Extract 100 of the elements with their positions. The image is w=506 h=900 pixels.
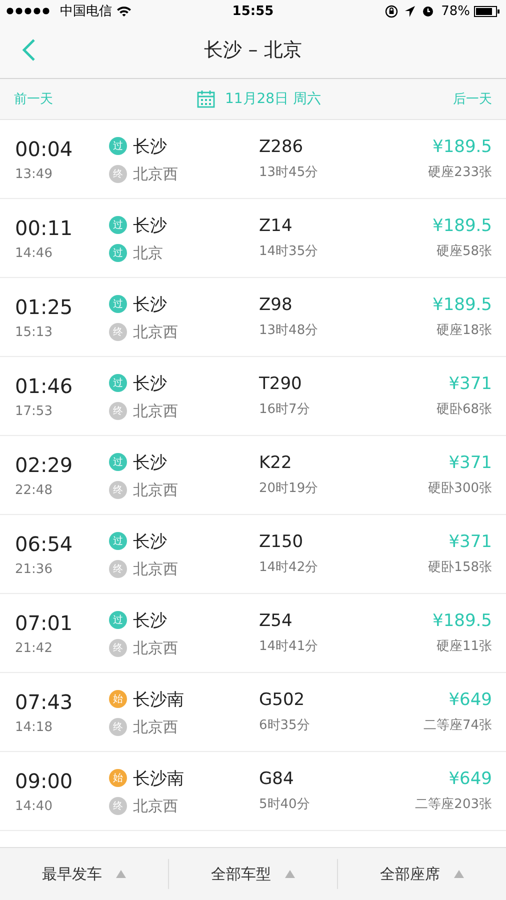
station-badge: 过 bbox=[109, 295, 127, 313]
arrival-time: 21:36 bbox=[15, 562, 54, 576]
ticket-price: ¥649 bbox=[448, 690, 492, 710]
station-badge: 过 bbox=[109, 374, 127, 392]
departure-time: 06:54 bbox=[15, 532, 74, 556]
train-number: Z286 bbox=[259, 137, 304, 157]
seat-availability: 硬卧68张 bbox=[436, 401, 492, 418]
caret-up-icon bbox=[116, 870, 126, 878]
station-badge: 过 bbox=[109, 137, 127, 155]
filter-button[interactable]: 全部座席 bbox=[338, 864, 506, 884]
alarm-clock-icon bbox=[422, 5, 434, 17]
ticket-price: ¥371 bbox=[448, 532, 492, 552]
arrival-time: 14:18 bbox=[15, 720, 54, 734]
train-row[interactable]: 00:11 14:46 过 长沙 过 北京 Z14 14时35分 ¥189.5 硬座58张 bbox=[0, 199, 506, 278]
page-title: 长沙 – 北京 bbox=[204, 38, 302, 63]
station-badge: 过 bbox=[109, 216, 127, 234]
travel-duration: 13时48分 bbox=[259, 322, 320, 339]
station-name: 北京西 bbox=[133, 560, 178, 578]
departure-time: 01:25 bbox=[15, 294, 74, 318]
station-name: 北京 bbox=[133, 244, 163, 262]
seat-availability: 硬卧300张 bbox=[428, 480, 492, 497]
train-number: Z98 bbox=[259, 295, 294, 315]
arrival-time: 17:53 bbox=[15, 404, 54, 418]
seat-availability: 二等座74张 bbox=[423, 717, 492, 734]
calendar-icon bbox=[196, 90, 215, 108]
station-badge: 过 bbox=[109, 611, 127, 629]
station-name: 北京西 bbox=[133, 638, 178, 658]
ticket-price: ¥371 bbox=[448, 374, 492, 394]
carrier-name: 中国电信 bbox=[60, 3, 112, 20]
ticket-price: ¥649 bbox=[448, 769, 492, 789]
station-name: 长沙 bbox=[133, 294, 167, 316]
station-badge: 过 bbox=[109, 453, 127, 471]
train-number: G84 bbox=[259, 769, 295, 789]
station-name: 北京西 bbox=[133, 796, 178, 816]
travel-duration: 20时19分 bbox=[259, 480, 320, 497]
station-name: 长沙南 bbox=[133, 768, 184, 790]
seat-availability: 硬卧158张 bbox=[428, 559, 492, 576]
arrival-time: 15:13 bbox=[15, 324, 54, 340]
departure-time: 07:43 bbox=[15, 690, 74, 714]
departure-time: 00:11 bbox=[15, 216, 74, 240]
caret-up-icon bbox=[285, 870, 295, 878]
travel-duration: 5时40分 bbox=[259, 796, 311, 813]
wifi-icon bbox=[116, 5, 132, 17]
station-name: 北京西 bbox=[133, 164, 178, 184]
station-name: 北京西 bbox=[133, 480, 178, 500]
arrival-time: 22:48 bbox=[15, 482, 54, 498]
travel-duration: 14时42分 bbox=[259, 559, 320, 576]
arrival-time: 14:46 bbox=[15, 246, 54, 260]
train-number: T290 bbox=[259, 374, 303, 394]
travel-duration: 14时35分 bbox=[259, 243, 320, 260]
ticket-price: ¥189.5 bbox=[432, 611, 492, 631]
station-name: 长沙 bbox=[133, 214, 167, 236]
caret-up-icon bbox=[454, 870, 464, 878]
ticket-price: ¥189.5 bbox=[432, 137, 492, 157]
station-name: 长沙 bbox=[133, 452, 167, 474]
travel-duration: 14时41分 bbox=[259, 638, 320, 655]
arrival-time: 21:42 bbox=[15, 640, 54, 656]
station-name: 北京西 bbox=[133, 322, 178, 342]
departure-time: 00:04 bbox=[15, 136, 74, 160]
seat-availability: 硬座18张 bbox=[436, 322, 492, 339]
ticket-price: ¥371 bbox=[448, 453, 492, 473]
status-time: 15:55 bbox=[232, 4, 274, 18]
back-button[interactable] bbox=[22, 38, 36, 62]
station-name: 长沙 bbox=[133, 372, 167, 394]
ticket-price: ¥189.5 bbox=[432, 295, 492, 315]
station-badge: 过 bbox=[109, 532, 127, 550]
battery-percent: 78% bbox=[441, 4, 470, 18]
train-number: K22 bbox=[259, 453, 293, 473]
filter-button[interactable]: 最早发车 bbox=[0, 864, 168, 884]
station-badge: 始 bbox=[109, 769, 127, 787]
departure-time: 09:00 bbox=[15, 768, 74, 792]
train-number: Z14 bbox=[259, 216, 294, 236]
station-badge: 过 bbox=[109, 244, 127, 262]
arrival-time: 13:49 bbox=[15, 166, 54, 182]
battery-icon bbox=[474, 6, 500, 16]
station-name: 北京西 bbox=[133, 402, 178, 420]
station-name: 长沙 bbox=[133, 136, 167, 158]
travel-duration: 13时45分 bbox=[259, 164, 320, 181]
seat-availability: 硬座58张 bbox=[436, 243, 492, 260]
ticket-price: ¥189.5 bbox=[432, 216, 492, 236]
filter-button[interactable]: 全部车型 bbox=[169, 864, 337, 884]
station-badge: 始 bbox=[109, 690, 127, 708]
location-arrow-icon bbox=[405, 6, 416, 16]
arrival-time: 14:40 bbox=[15, 798, 54, 814]
rotation-lock-icon bbox=[385, 4, 398, 18]
station-name: 北京西 bbox=[133, 718, 178, 736]
travel-duration: 16时7分 bbox=[259, 401, 311, 418]
train-number: Z150 bbox=[259, 532, 304, 552]
departure-time: 01:46 bbox=[15, 374, 74, 398]
train-number: Z54 bbox=[259, 611, 294, 631]
station-name: 长沙 bbox=[133, 610, 167, 632]
seat-availability: 硬座11张 bbox=[436, 638, 492, 655]
train-number: G502 bbox=[259, 690, 306, 710]
travel-duration: 6时35分 bbox=[259, 717, 311, 734]
seat-availability: 硬座233张 bbox=[428, 164, 492, 181]
seat-availability: 二等座203张 bbox=[415, 796, 492, 813]
station-name: 长沙 bbox=[133, 530, 167, 552]
departure-time: 07:01 bbox=[15, 610, 74, 634]
departure-time: 02:29 bbox=[15, 452, 74, 476]
station-name: 长沙南 bbox=[133, 688, 184, 710]
